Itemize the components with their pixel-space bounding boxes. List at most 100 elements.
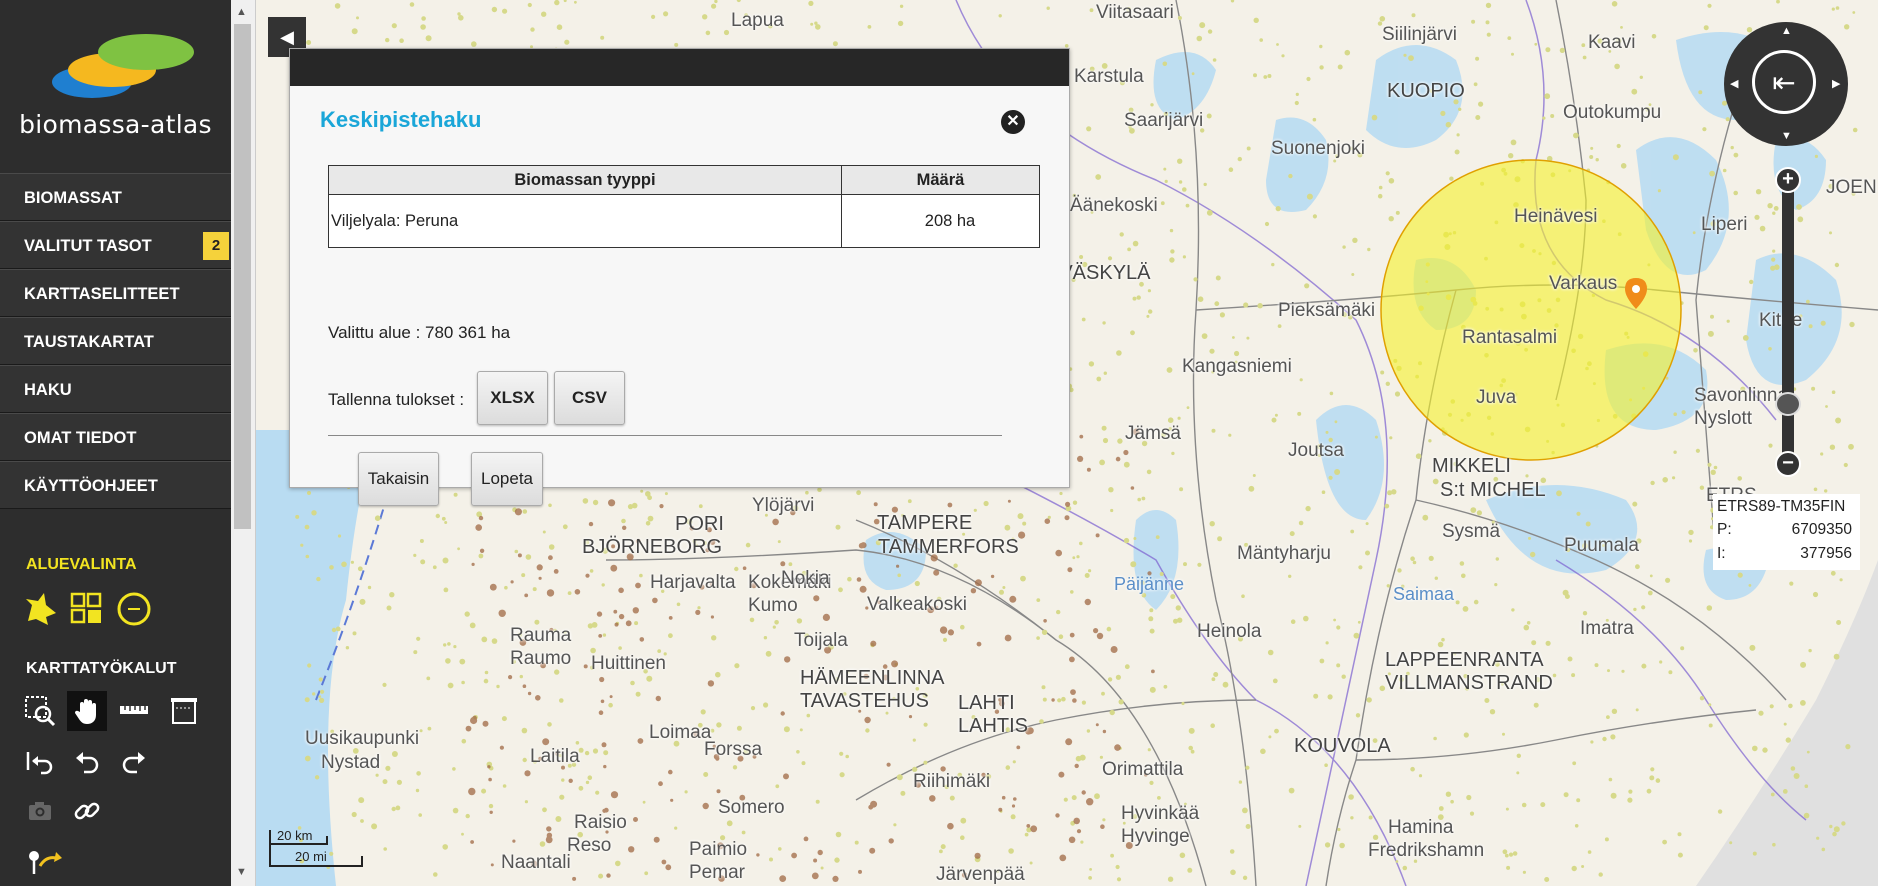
zoom-previous-icon[interactable] <box>20 741 60 781</box>
place-label: Päijänne <box>1114 574 1185 594</box>
place-label: Heinola <box>1197 621 1262 642</box>
menu-item-valitut-tasot[interactable]: VALITUT TASOT 2 <box>0 221 231 269</box>
main-menu: BIOMASSAT VALITUT TASOT 2 KARTTASELITTEET… <box>0 173 231 509</box>
pan-hand-icon[interactable] <box>67 691 107 731</box>
place-label: Naantali <box>501 852 571 873</box>
place-label: LAHTI <box>958 692 1015 714</box>
menu-item-label: KARTTASELITTEET <box>24 285 180 303</box>
place-label: Somero <box>718 797 785 818</box>
p-coordinate-label: P: <box>1717 521 1732 538</box>
place-label: Orimattila <box>1102 759 1184 780</box>
place-label: LAHTIS <box>958 715 1029 737</box>
cell-biomass-type: Viljelyala: Peruna <box>328 194 842 248</box>
place-label: Paimio <box>689 839 748 860</box>
column-header-type: Biomassan tyyppi <box>328 165 842 195</box>
place-label: S:t MICHEL <box>1440 479 1546 501</box>
place-label: Loimaa <box>649 722 712 743</box>
place-label: Puumala <box>1564 535 1639 556</box>
place-label: Sysmä <box>1442 521 1501 542</box>
place-label: Savonlinna <box>1694 385 1789 406</box>
polygon-select-icon[interactable] <box>20 589 60 629</box>
measure-icon[interactable] <box>114 691 154 731</box>
sidebar-scrollbar[interactable]: ▲ ▼ <box>231 0 256 886</box>
selected-area-text: Valittu alue : 780 361 ha <box>328 323 511 342</box>
menu-item-label: OMAT TIEDOT <box>24 429 137 447</box>
menu-item-biomassat[interactable]: BIOMASSAT <box>0 173 231 221</box>
place-label: Toijala <box>794 630 848 651</box>
csv-button[interactable]: CSV <box>554 371 625 425</box>
scroll-up-arrow-icon[interactable]: ▲ <box>236 6 247 18</box>
table-row: Viljelyala: Peruna 208 ha <box>328 194 1040 248</box>
place-label: Heinävesi <box>1514 206 1598 227</box>
menu-item-kayttoohjeet[interactable]: KÄYTTÖOHJEET <box>0 461 231 509</box>
grid-select-icon[interactable] <box>67 589 107 629</box>
scrollbar-thumb[interactable] <box>234 24 251 529</box>
zoom-slider-handle[interactable] <box>1775 392 1801 416</box>
close-icon[interactable]: ✕ <box>1001 110 1025 134</box>
pan-up-icon[interactable]: ▲ <box>1781 25 1792 37</box>
menu-item-omat-tiedot[interactable]: OMAT TIEDOT <box>0 413 231 461</box>
layer-count-badge: 2 <box>203 232 229 260</box>
place-label: Nokia <box>781 568 830 589</box>
place-label: Harjavalta <box>650 572 736 593</box>
zoom-box-icon[interactable] <box>20 691 60 731</box>
place-label: KUOPIO <box>1387 80 1465 102</box>
pin-arrow-icon[interactable] <box>24 842 64 882</box>
place-label: Joutsa <box>1288 440 1344 461</box>
back-button[interactable]: Takaisin <box>358 452 439 506</box>
dialog-title: Keskipistehaku <box>320 107 482 132</box>
xlsx-button[interactable]: XLSX <box>477 371 548 425</box>
table-header-row: Biomassan tyyppi Määrä <box>328 165 1040 195</box>
cell-amount: 208 ha <box>841 194 1040 248</box>
area-selection-title: ALUEVALINTA <box>26 556 137 573</box>
place-label: TAMMERFORS <box>878 536 1019 558</box>
zoom-to-extent-icon[interactable]: ⇤ <box>1752 50 1816 114</box>
stop-button[interactable]: Lopeta <box>471 452 543 506</box>
menu-item-haku[interactable]: HAKU <box>0 365 231 413</box>
link-icon[interactable] <box>67 791 107 831</box>
redo-icon[interactable] <box>114 741 154 781</box>
coordinate-display: ETRS89-TM35FIN P: 6709350 I: 377956 <box>1713 494 1860 570</box>
dialog-divider <box>328 435 1002 436</box>
result-table: Biomassan tyyppi Määrä Viljelyala: Perun… <box>328 165 1040 248</box>
sidebar: biomassa-atlas BIOMASSAT VALITUT TASOT 2 … <box>0 0 232 886</box>
zoom-in-icon[interactable]: + <box>1775 167 1801 193</box>
menu-item-karttaselitteet[interactable]: KARTTASELITTEET <box>0 269 231 317</box>
zoom-slider-track[interactable] <box>1782 170 1794 470</box>
place-label: BJÖRNEBORG <box>582 536 723 558</box>
menu-item-label: VALITUT TASOT <box>24 237 152 255</box>
pan-navigation-control[interactable]: ⇤ ▲ ▼ ◀ ▶ <box>1724 22 1848 146</box>
camera-icon[interactable] <box>20 791 60 831</box>
i-coordinate-value: 377956 <box>1800 545 1852 562</box>
print-area-icon[interactable] <box>164 691 204 731</box>
place-label: Rantasalmi <box>1462 327 1558 348</box>
pan-down-icon[interactable]: ▼ <box>1781 130 1792 142</box>
p-coordinate-value: 6709350 <box>1791 521 1852 538</box>
i-coordinate-label: I: <box>1717 545 1726 562</box>
place-label: Ylöjärvi <box>752 495 815 516</box>
place-label: Raumo <box>510 648 572 669</box>
place-label: Viitasaari <box>1096 2 1174 23</box>
menu-item-label: BIOMASSAT <box>24 189 122 207</box>
menu-item-taustakartat[interactable]: TAUSTAKARTAT <box>0 317 231 365</box>
place-label: Raisio <box>574 812 627 833</box>
pan-right-icon[interactable]: ▶ <box>1832 77 1840 90</box>
place-label: Forssa <box>704 739 763 760</box>
place-label: KOUVOLA <box>1294 735 1391 757</box>
scroll-down-arrow-icon[interactable]: ▼ <box>236 866 247 878</box>
place-label: Jämsä <box>1125 423 1181 444</box>
dialog-title-bar[interactable] <box>290 49 1069 86</box>
place-label: Pieksämäki <box>1278 300 1376 321</box>
scale-bar: 20 km 20 mi <box>269 826 363 868</box>
pan-left-icon[interactable]: ◀ <box>1730 77 1738 90</box>
zoom-out-icon[interactable]: − <box>1775 451 1801 477</box>
place-label: Kitee <box>1759 310 1803 331</box>
undo-icon[interactable] <box>67 741 107 781</box>
place-label: Juva <box>1476 387 1517 408</box>
place-label: Nyslott <box>1694 408 1753 429</box>
circle-select-icon[interactable] <box>114 589 154 629</box>
place-label: Fredrikshamn <box>1368 840 1485 861</box>
biomassa-atlas-logo[interactable]: biomassa-atlas <box>0 0 231 172</box>
place-label: Outokumpu <box>1563 102 1662 123</box>
place-label: Kumo <box>748 595 798 616</box>
